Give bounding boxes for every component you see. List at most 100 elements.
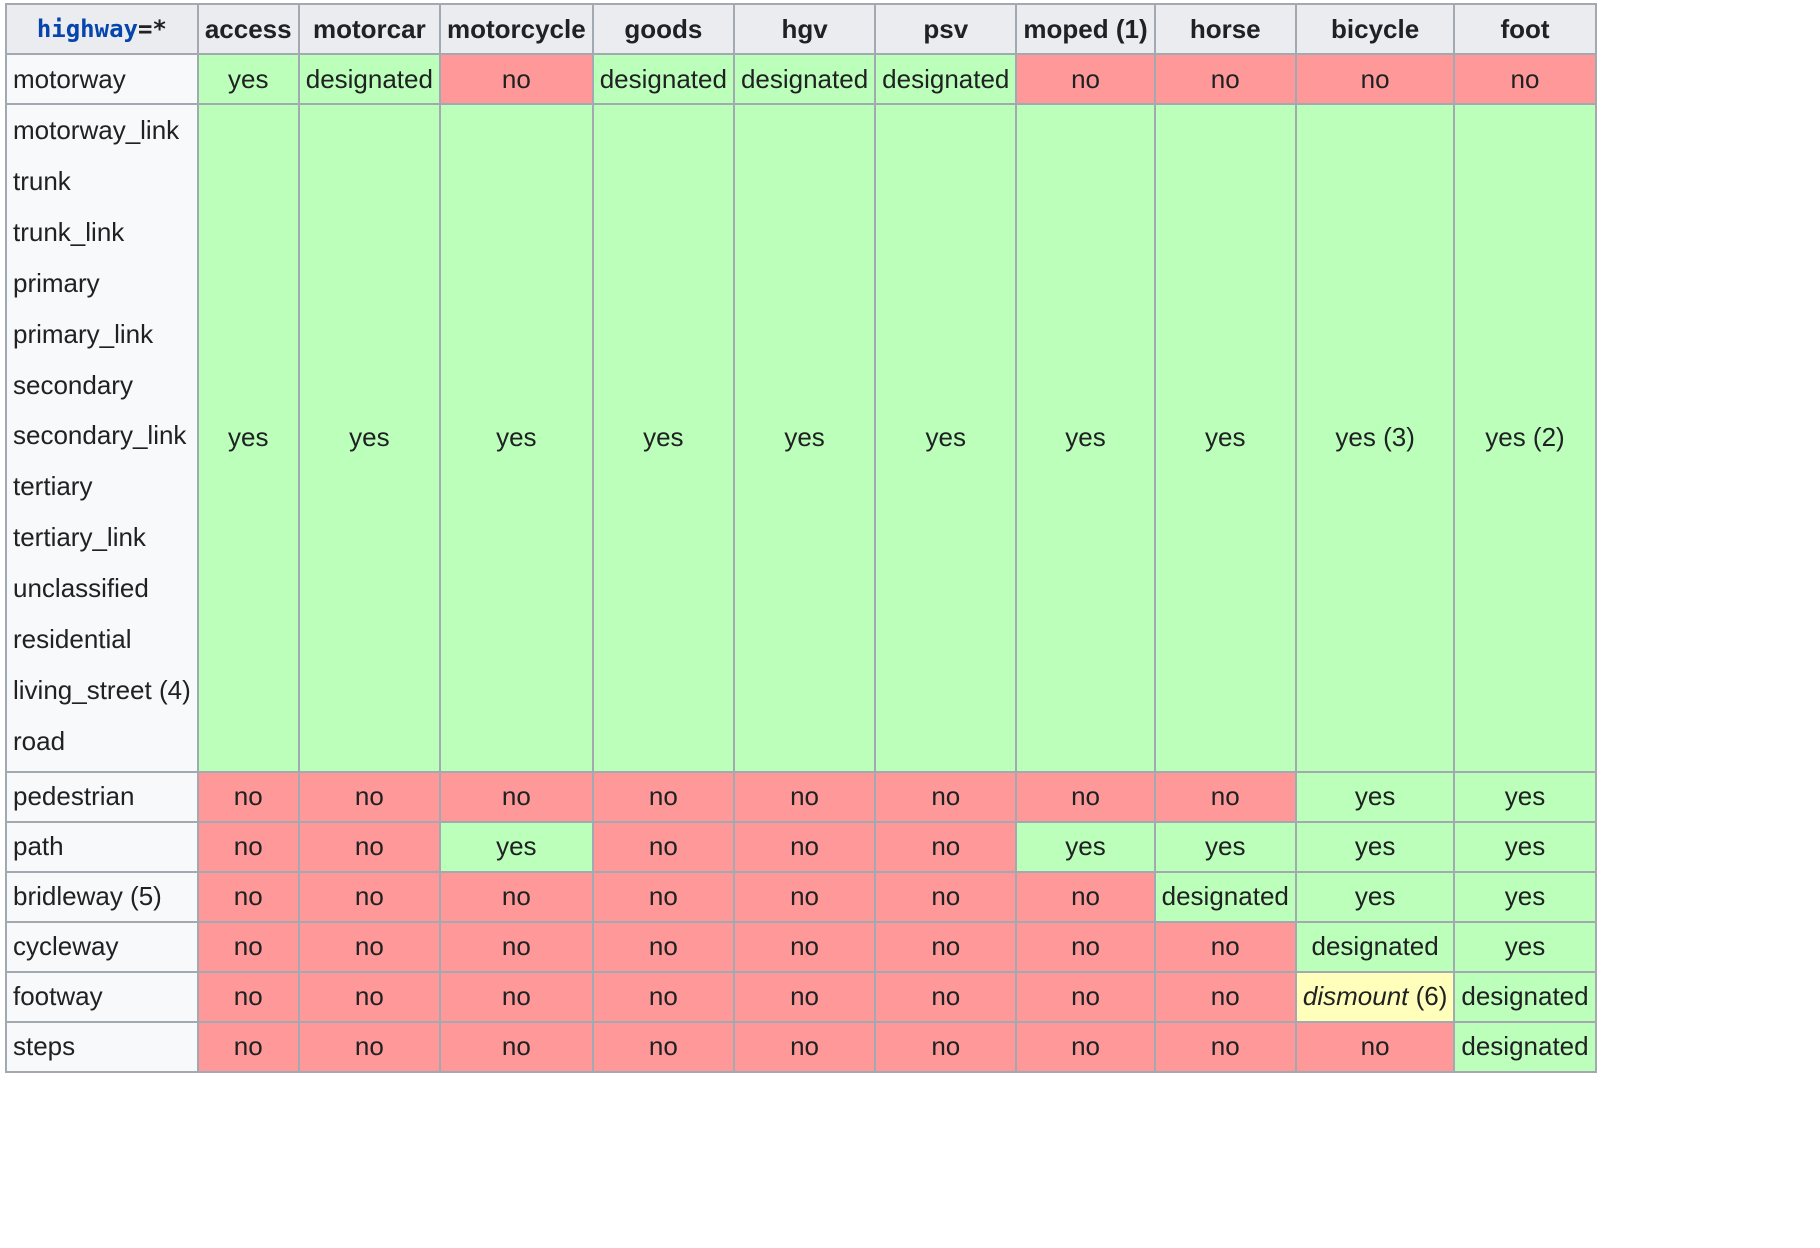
cell-bridleway-psv: no	[874, 870, 1018, 923]
column-header-motorcycle: motorcycle	[438, 3, 594, 55]
table-row: cycleway no no no no no no no no designated yes	[5, 920, 1597, 973]
cell-pedestrian-motorcycle: no	[438, 770, 594, 823]
row-label-road: road	[13, 725, 66, 756]
cell-path-motorcar: no	[297, 820, 441, 873]
row-label-secondary-link: secondary_link	[13, 420, 187, 451]
row-label-steps: steps	[5, 1020, 199, 1073]
row-label-residential: residential	[13, 624, 132, 655]
cell-bridleway-goods: no	[591, 870, 735, 923]
cell-pedestrian-motorcar: no	[297, 770, 441, 823]
cell-group-psv: yes	[874, 103, 1018, 773]
cell-group-foot: yes (2)	[1453, 103, 1597, 773]
column-header-access: access	[196, 3, 300, 55]
cell-bridleway-bicycle: yes	[1294, 870, 1456, 923]
cell-motorway-bicycle: no	[1294, 53, 1456, 105]
cell-footway-hgv: no	[732, 970, 877, 1023]
row-label-primary-link: primary_link	[13, 318, 154, 349]
column-header-moped: moped (1)	[1015, 3, 1156, 55]
cell-bridleway-motorcycle: no	[438, 870, 594, 923]
cell-steps-psv: no	[874, 1020, 1018, 1073]
cell-pedestrian-goods: no	[591, 770, 735, 823]
row-label-bridleway: bridleway (5)	[5, 870, 199, 923]
column-header-motorcar: motorcar	[297, 3, 441, 55]
table-row: motorway yes designated no designated designa…	[5, 53, 1597, 105]
row-label-trunk-link: trunk_link	[13, 216, 125, 247]
row-label-cycleway: cycleway	[5, 920, 199, 973]
row-label-living-street: living_street (4)	[13, 674, 191, 705]
cell-pedestrian-bicycle: yes	[1294, 770, 1456, 823]
cell-group-bicycle: yes (3)	[1294, 103, 1456, 773]
cell-bridleway-hgv: no	[732, 870, 877, 923]
cell-group-goods: yes	[591, 103, 735, 773]
dismount-note: (6)	[1408, 981, 1448, 1012]
table-row: footway no no no no no no no no dismount (6) desig…	[5, 970, 1597, 1023]
cell-cycleway-moped: no	[1015, 920, 1156, 973]
cell-cycleway-hgv: no	[732, 920, 877, 973]
cell-steps-goods: no	[591, 1020, 735, 1073]
column-header-goods: goods	[591, 3, 735, 55]
highway-key-header: highway=*	[5, 3, 199, 55]
cell-cycleway-motorcycle: no	[438, 920, 594, 973]
cell-bridleway-access: no	[196, 870, 300, 923]
cell-footway-access: no	[196, 970, 300, 1023]
cell-cycleway-horse: no	[1153, 920, 1297, 973]
cell-motorway-access: yes	[196, 53, 300, 105]
cell-cycleway-bicycle: designated	[1294, 920, 1456, 973]
row-label-primary: primary	[13, 267, 100, 298]
cell-path-psv: no	[874, 820, 1018, 873]
cell-cycleway-motorcar: no	[297, 920, 441, 973]
cell-motorway-horse: no	[1153, 53, 1297, 105]
cell-pedestrian-psv: no	[874, 770, 1018, 823]
cell-path-goods: no	[591, 820, 735, 873]
cell-path-access: no	[196, 820, 300, 873]
cell-group-access: yes	[196, 103, 300, 773]
column-header-hgv: hgv	[732, 3, 877, 55]
cell-pedestrian-hgv: no	[732, 770, 877, 823]
cell-path-foot: yes	[1453, 820, 1597, 873]
cell-group-motorcar: yes	[297, 103, 441, 773]
cell-pedestrian-access: no	[196, 770, 300, 823]
cell-motorway-motorcycle: no	[438, 53, 594, 105]
dismount-text: dismount	[1302, 981, 1409, 1012]
cell-motorway-psv: designated	[874, 53, 1018, 105]
table-row-group: motorway_link trunk trunk_link primary prima…	[5, 103, 1597, 773]
highway-key-link[interactable]: highway	[37, 15, 138, 43]
cell-bridleway-foot: yes	[1453, 870, 1597, 923]
row-label-secondary: secondary	[13, 369, 133, 400]
cell-motorway-foot: no	[1453, 53, 1597, 105]
table-row: steps no no no no no no no no no designated	[5, 1020, 1597, 1073]
cell-footway-psv: no	[874, 970, 1018, 1023]
row-label-tertiary-link: tertiary_link	[13, 522, 146, 553]
column-header-foot: foot	[1453, 3, 1597, 55]
table-row: pedestrian no no no no no no no no yes yes	[5, 770, 1597, 823]
table-row: path no no yes no no no yes yes yes yes	[5, 820, 1597, 873]
cell-cycleway-foot: yes	[1453, 920, 1597, 973]
header-row: highway=* access motorcar motorcycle goo…	[5, 3, 1597, 55]
highway-key-suffix: =*	[137, 15, 167, 43]
column-header-horse: horse	[1153, 3, 1297, 55]
cell-group-horse: yes	[1153, 103, 1297, 773]
table-row: bridleway (5) no no no no no no no designated yes…	[5, 870, 1597, 923]
cell-footway-goods: no	[591, 970, 735, 1023]
access-restrictions-table: highway=* access motorcar motorcycle goo…	[5, 3, 1597, 1073]
cell-motorway-goods: designated	[591, 53, 735, 105]
cell-group-hgv: yes	[732, 103, 877, 773]
cell-group-motorcycle: yes	[438, 103, 594, 773]
cell-pedestrian-foot: yes	[1453, 770, 1597, 823]
cell-pedestrian-horse: no	[1153, 770, 1297, 823]
cell-path-bicycle: yes	[1294, 820, 1456, 873]
cell-bridleway-motorcar: no	[297, 870, 441, 923]
cell-motorway-moped: no	[1015, 53, 1156, 105]
cell-steps-bicycle: no	[1294, 1020, 1456, 1073]
cell-path-hgv: no	[732, 820, 877, 873]
cell-bridleway-horse: designated	[1153, 870, 1297, 923]
row-label-motorway: motorway	[5, 53, 199, 105]
column-header-bicycle: bicycle	[1294, 3, 1456, 55]
cell-footway-horse: no	[1153, 970, 1297, 1023]
cell-steps-motorcycle: no	[438, 1020, 594, 1073]
cell-footway-foot: designated	[1453, 970, 1597, 1023]
cell-cycleway-access: no	[196, 920, 300, 973]
row-label-group: motorway_link trunk trunk_link primary prima…	[5, 103, 199, 773]
cell-cycleway-psv: no	[874, 920, 1018, 973]
cell-steps-motorcar: no	[297, 1020, 441, 1073]
